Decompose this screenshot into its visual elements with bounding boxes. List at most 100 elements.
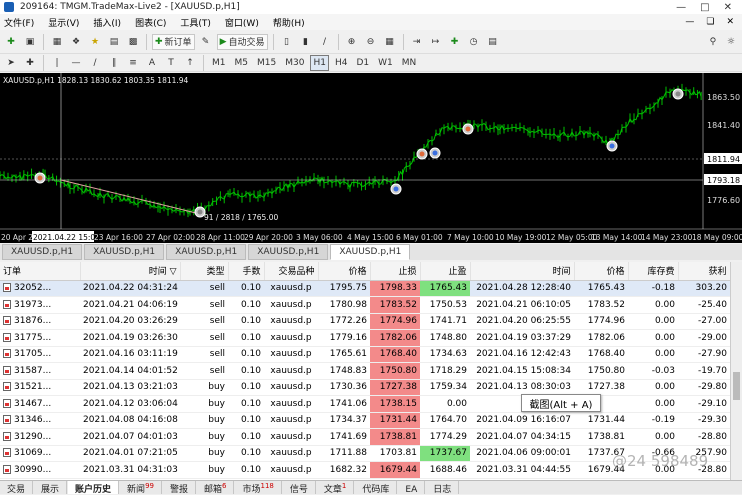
mdi-restore-icon[interactable]: ❏ (706, 17, 714, 27)
close-icon[interactable]: ✕ (724, 2, 732, 13)
menu-help[interactable]: 帮助(H) (273, 16, 305, 29)
price-chart[interactable]: 1863.50 1841.40 1811.94 1793.18 1776.60 20 Ap… (0, 73, 742, 243)
autoscroll-icon[interactable]: ↦ (428, 34, 444, 50)
market-watch-icon[interactable]: ▦ (49, 34, 65, 50)
crosshair-icon[interactable]: ✚ (22, 55, 38, 71)
maximize-icon[interactable]: □ (700, 2, 709, 13)
chart-canvas[interactable]: 1863.501841.401811.941793.181776.6020 Ap… (0, 73, 742, 243)
indicators-icon[interactable]: ✚ (447, 34, 463, 50)
minimize-icon[interactable]: — (676, 2, 686, 13)
vertical-line-icon[interactable]: | (49, 55, 65, 71)
terminal-tab[interactable]: 文章1 (317, 481, 355, 495)
table-cell: 2021.04.07 04:34:15 (470, 428, 574, 446)
terminal-tab[interactable]: 日志 (426, 481, 460, 495)
timeframe-m15[interactable]: M15 (254, 55, 279, 71)
candlestick-icon[interactable]: ▮ (298, 34, 314, 50)
table-row[interactable]: 31290... 2021.04.07 04:01:03 buy 0.10 xauusd… (0, 428, 730, 446)
terminal-icon[interactable]: ▤ (106, 34, 122, 50)
metaeditor-icon[interactable]: ✎ (198, 34, 214, 50)
table-row[interactable]: 31521... 2021.04.13 03:21:03 buy 0.10 xauusd… (0, 379, 730, 396)
chart-shift-icon[interactable]: ⇥ (409, 34, 425, 50)
timeframe-m5[interactable]: M5 (232, 55, 252, 71)
table-row[interactable]: 31346... 2021.04.08 04:16:08 buy 0.10 xauusd… (0, 412, 730, 429)
col-volume[interactable]: 手数 (228, 262, 265, 281)
zoom-in-icon[interactable]: ⊕ (344, 34, 360, 50)
text-icon[interactable]: A (144, 55, 160, 71)
scrollbar-thumb[interactable] (733, 372, 740, 400)
channel-icon[interactable]: ∥ (106, 55, 122, 71)
menu-charts[interactable]: 图表(C) (135, 16, 166, 29)
auto-trading-button[interactable]: ▶ 自动交易 (216, 33, 268, 50)
chat-icon[interactable]: ☼ (724, 34, 742, 50)
col-close-time[interactable]: 时间 (470, 262, 575, 281)
terminal-tab[interactable]: 邮箱6 (197, 481, 235, 495)
terminal-tab[interactable]: 展示 (34, 481, 68, 495)
table-row[interactable]: 31973... 2021.04.21 04:06:19 sell 0.10 xauus… (0, 296, 730, 314)
periods-icon[interactable]: ◷ (466, 34, 482, 50)
table-cell: -29.10 (678, 395, 730, 413)
chart-tab[interactable]: XAUUSD.p,H1 (166, 244, 247, 260)
chart-tab[interactable]: XAUUSD.p,H1 (248, 244, 329, 260)
col-order[interactable]: 订单 (0, 262, 81, 281)
menu-tools[interactable]: 工具(T) (180, 16, 211, 29)
table-row[interactable]: 32052... 2021.04.22 04:31:24 sell 0.10 xauus… (0, 280, 730, 297)
terminal-tab[interactable]: EA (398, 481, 426, 495)
tile-windows-icon[interactable]: ▦ (382, 34, 398, 50)
col-type[interactable]: 类型 (180, 262, 229, 281)
menu-view[interactable]: 显示(V) (48, 16, 79, 29)
tester-icon[interactable]: ▩ (125, 34, 141, 50)
timeframe-w1[interactable]: W1 (375, 55, 396, 71)
timeframe-h4[interactable]: H4 (332, 55, 351, 71)
col-time[interactable]: 时间 ▽ (80, 262, 181, 281)
col-symbol[interactable]: 交易品种 (264, 262, 319, 281)
terminal-tab[interactable]: 账户历史 (68, 481, 120, 495)
terminal-tab[interactable]: 市场118 (235, 481, 282, 495)
mdi-close-icon[interactable]: ✕ (726, 17, 734, 27)
col-close-price[interactable]: 价格 (574, 262, 629, 281)
navigator-icon[interactable]: ★ (87, 34, 103, 50)
terminal-tab[interactable]: 信号 (283, 481, 316, 495)
menu-file[interactable]: 文件(F) (4, 16, 34, 29)
table-row[interactable]: 31876... 2021.04.20 03:26:29 sell 0.10 xauus… (0, 313, 730, 330)
label-icon[interactable]: T (163, 55, 179, 71)
table-row[interactable]: 31587... 2021.04.14 04:01:52 sell 0.10 xauus… (0, 362, 730, 380)
col-swap[interactable]: 库存费 (628, 262, 679, 281)
terminal-tab[interactable]: 代码库 (355, 481, 398, 495)
timeframe-h1[interactable]: H1 (310, 54, 329, 71)
menu-window[interactable]: 窗口(W) (225, 16, 259, 29)
bar-chart-icon[interactable]: ▯ (279, 34, 295, 50)
col-price[interactable]: 价格 (318, 262, 371, 281)
templates-icon[interactable]: ▤ (485, 34, 501, 50)
chart-tab-active[interactable]: XAUUSD.p,H1 (330, 244, 411, 260)
col-take-profit[interactable]: 止盈 (420, 262, 471, 281)
search-icon[interactable]: ⚲ (705, 34, 721, 50)
new-order-button[interactable]: ✚ 新订单 (152, 33, 195, 50)
col-stop-loss[interactable]: 止损 (370, 262, 421, 281)
timeframe-d1[interactable]: D1 (353, 55, 372, 71)
line-chart-icon[interactable]: ∕ (317, 34, 333, 50)
chart-tab[interactable]: XAUUSD.p,H1 (84, 244, 165, 260)
timeframe-m1[interactable]: M1 (209, 55, 229, 71)
table-row[interactable]: 31775... 2021.04.19 03:26:30 sell 0.10 xauus… (0, 329, 730, 347)
timeframe-mn[interactable]: MN (399, 55, 420, 71)
table-row[interactable]: 31467... 2021.04.12 03:06:04 buy 0.10 xauusd… (0, 395, 730, 413)
trendline-icon[interactable]: ∕ (87, 55, 103, 71)
menu-insert[interactable]: 插入(I) (93, 16, 121, 29)
terminal-tab[interactable]: 新闻99 (120, 481, 162, 495)
horizontal-line-icon[interactable]: — (68, 55, 84, 71)
data-window-icon[interactable]: ❖ (68, 34, 84, 50)
profiles-icon[interactable]: ▣ (22, 34, 38, 50)
table-row[interactable]: 31705... 2021.04.16 03:11:19 sell 0.10 xauus… (0, 346, 730, 363)
terminal-tab[interactable]: 警报 (163, 481, 196, 495)
table-scrollbar[interactable] (730, 262, 742, 480)
fibonacci-icon[interactable]: ≡ (125, 55, 141, 71)
arrows-icon[interactable]: ↑ (182, 55, 198, 71)
mdi-minimize-icon[interactable]: — (685, 17, 694, 27)
new-chart-icon[interactable]: ✚ (3, 34, 19, 50)
zoom-out-icon[interactable]: ⊖ (363, 34, 379, 50)
chart-tab[interactable]: XAUUSD.p,H1 (2, 244, 83, 260)
col-profit[interactable]: 获利 (678, 262, 731, 281)
cursor-icon[interactable]: ➤ (3, 55, 19, 71)
timeframe-m30[interactable]: M30 (282, 55, 307, 71)
terminal-tab[interactable]: 交易 (0, 481, 34, 495)
